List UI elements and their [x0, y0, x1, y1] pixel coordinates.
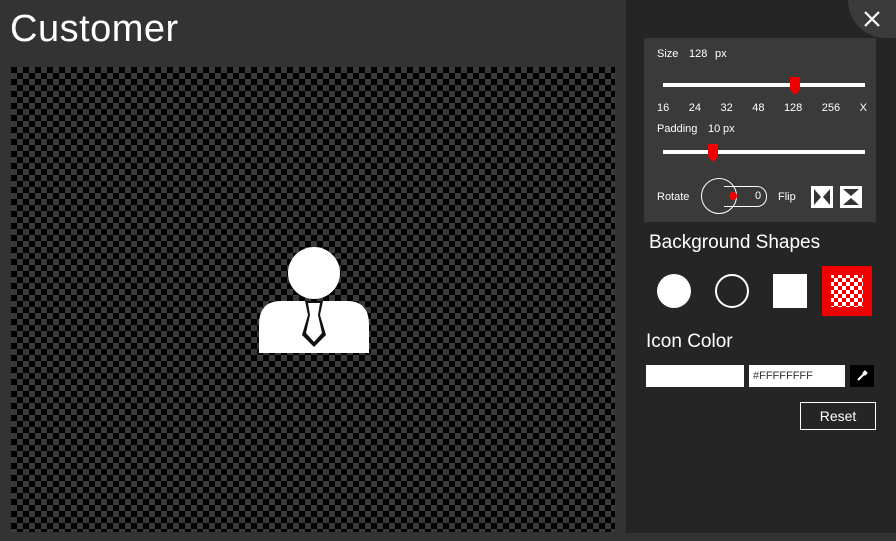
size-unit: px: [715, 48, 727, 60]
filled-circle-shape-option[interactable]: [656, 273, 692, 309]
flip-horizontal-icon: [814, 189, 830, 205]
size-slider-thumb[interactable]: [790, 77, 800, 95]
flip-vertical-button[interactable]: [840, 186, 862, 208]
settings-panel: Size 128 px 16 24 32 48 128 256 X Paddin…: [626, 0, 896, 533]
icon-color-title: Icon Color: [646, 331, 733, 352]
close-button[interactable]: [848, 0, 896, 38]
eyedropper-button[interactable]: [850, 365, 874, 387]
size-settings-box: Size 128 px 16 24 32 48 128 256 X Paddin…: [644, 38, 876, 222]
padding-unit: px: [723, 123, 735, 135]
padding-label: Padding: [657, 123, 698, 135]
size-tick-custom[interactable]: X: [860, 102, 867, 114]
size-tick[interactable]: 32: [720, 102, 732, 114]
size-tick[interactable]: 128: [784, 102, 802, 114]
square-shape-option[interactable]: [772, 273, 808, 309]
padding-slider-thumb[interactable]: [708, 144, 718, 162]
size-ticks: 16 24 32 48 128 256 X: [657, 102, 867, 114]
size-tick[interactable]: 48: [752, 102, 764, 114]
size-tick[interactable]: 16: [657, 102, 669, 114]
eyedropper-icon: [857, 370, 868, 381]
padding-value: 10: [708, 123, 721, 135]
flip-vertical-icon: [843, 189, 859, 205]
page-title: Customer: [10, 8, 179, 50]
icon-preview-canvas: [11, 67, 615, 532]
flip-horizontal-button[interactable]: [811, 186, 833, 208]
background-shapes-title: Background Shapes: [649, 232, 821, 253]
customer-person-icon: [259, 247, 369, 353]
rotate-label: Rotate: [657, 191, 690, 203]
outline-circle-shape-option[interactable]: [714, 273, 750, 309]
icon-color-swatch[interactable]: [646, 365, 744, 387]
reset-button[interactable]: Reset: [800, 402, 876, 430]
transparent-shape-option[interactable]: [822, 266, 872, 316]
icon-color-hex-input[interactable]: [749, 365, 845, 387]
size-tick[interactable]: 24: [689, 102, 701, 114]
size-label: Size: [657, 48, 679, 60]
padding-slider-track[interactable]: [663, 150, 865, 154]
rotate-indicator: [729, 192, 737, 200]
size-tick[interactable]: 256: [822, 102, 840, 114]
size-slider-track[interactable]: [663, 83, 865, 87]
flip-label: Flip: [778, 191, 796, 203]
close-icon: [864, 11, 880, 27]
size-value: 128: [689, 48, 708, 60]
rotate-value: 0: [755, 190, 762, 202]
